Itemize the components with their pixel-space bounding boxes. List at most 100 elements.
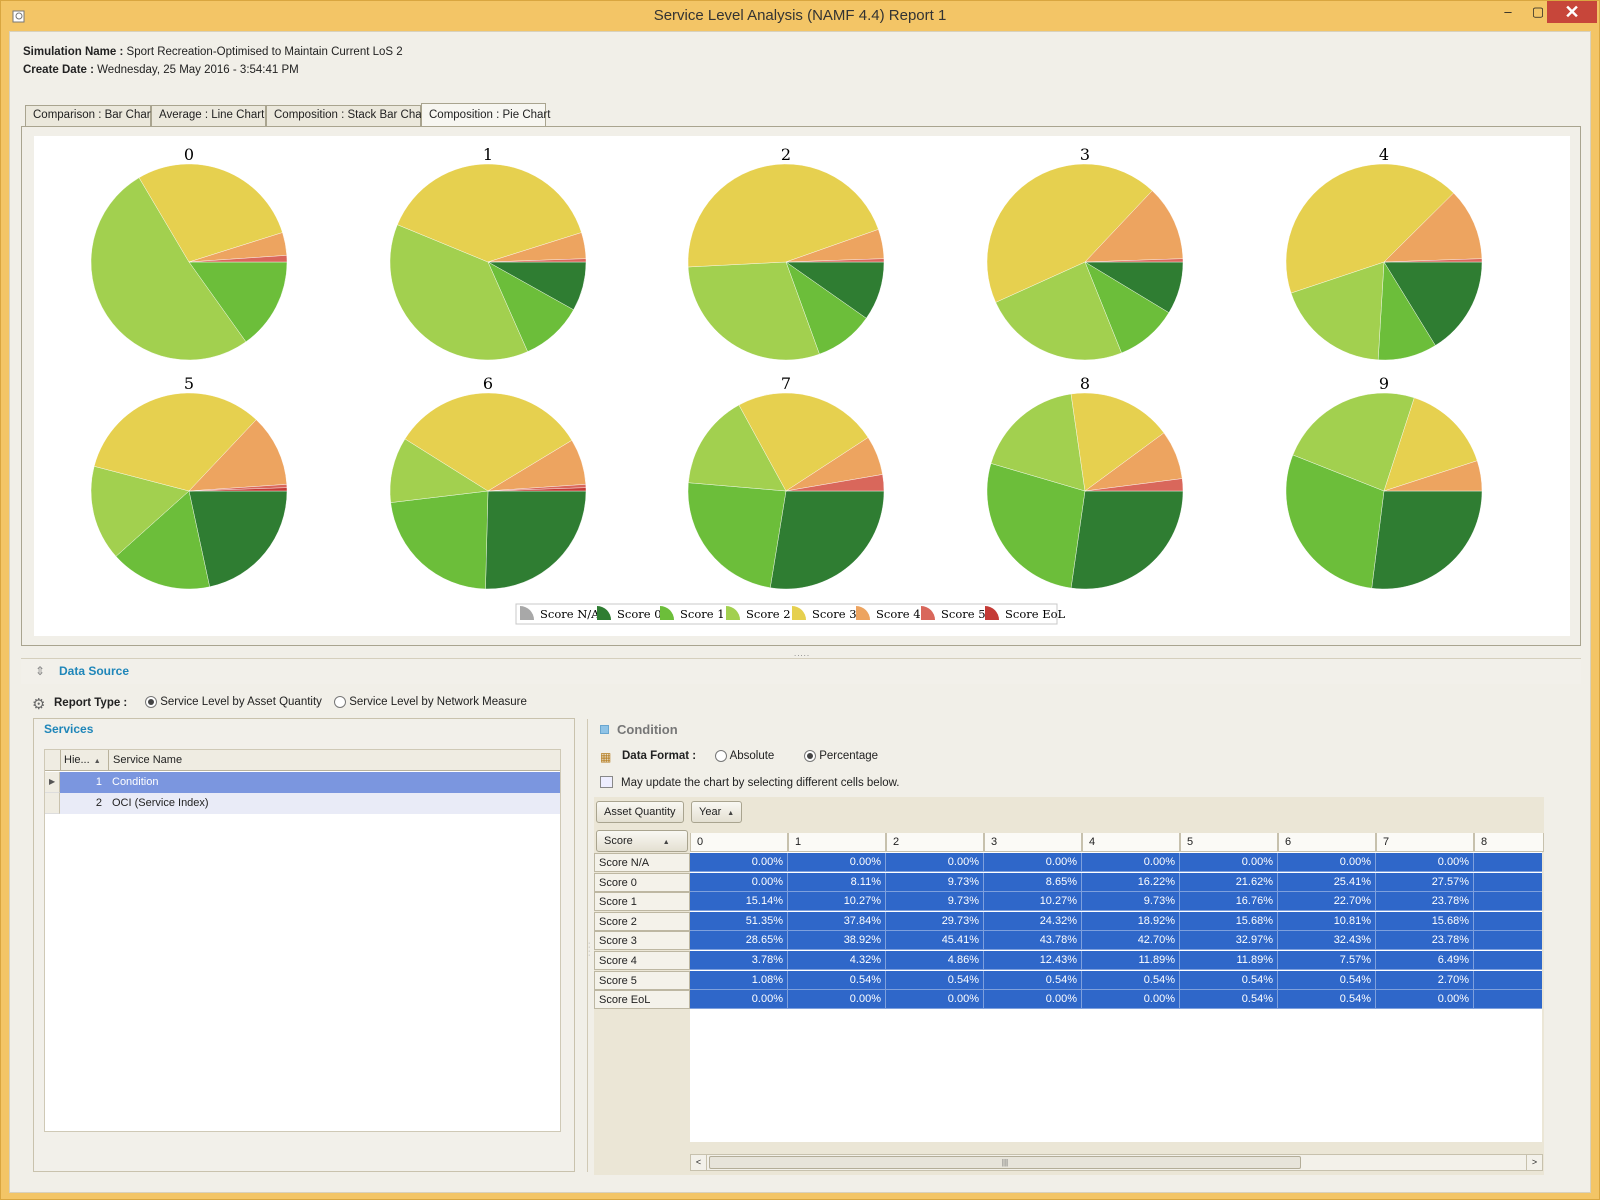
column-header-service-name[interactable]: Service Name xyxy=(108,750,560,771)
pivot-row-header[interactable]: Score EoL xyxy=(594,990,690,1010)
pivot-cell[interactable]: 42.70% xyxy=(1082,931,1180,951)
pivot-cell[interactable]: 0.00% xyxy=(1082,853,1180,872)
pivot-cell[interactable]: 0.00% xyxy=(788,853,886,872)
pivot-cell[interactable]: 4.86% xyxy=(886,951,984,970)
pivot-cell[interactable]: 0.00% xyxy=(1082,990,1180,1010)
pivot-column-header[interactable]: 4 xyxy=(1082,833,1180,852)
pivot-cell[interactable]: 23.78% xyxy=(1376,892,1474,912)
pivot-cell[interactable]: 45.41% xyxy=(886,931,984,951)
radio-indicator[interactable] xyxy=(715,750,727,762)
pivot-cell[interactable]: 0.54% xyxy=(886,970,984,990)
pivot-cell[interactable]: 0.00% xyxy=(886,990,984,1010)
pivot-column-header[interactable]: 2 xyxy=(886,833,984,852)
tab-comparison-bar-chart[interactable]: Comparison : Bar Chart xyxy=(25,105,154,126)
vertical-splitter-handle[interactable]: · · · · xyxy=(588,940,590,959)
pivot-data-field-asset-quantity[interactable]: Asset Quantity xyxy=(596,801,684,823)
radio-service-level-by-network-measure[interactable]: Service Level by Network Measure xyxy=(334,696,527,708)
pivot-cell[interactable]: 23.78% xyxy=(1376,931,1474,951)
pivot-row-header[interactable]: Score 0 xyxy=(594,872,690,892)
pivot-cell[interactable]: 25.41% xyxy=(1278,872,1376,892)
pivot-cell[interactable]: 0.00% xyxy=(690,872,788,892)
data-source-header[interactable]: ⇕ Data Source xyxy=(21,658,1581,684)
pie-slice[interactable] xyxy=(1371,490,1483,590)
pivot-cell[interactable]: 15.14% xyxy=(690,892,788,912)
pivot-cell[interactable]: 38.92% xyxy=(788,931,886,951)
close-button[interactable]: ✕ xyxy=(1547,1,1597,23)
pie-slice[interactable] xyxy=(485,490,587,590)
pivot-row-header[interactable]: Score 1 xyxy=(594,892,690,912)
pivot-cell[interactable]: 9.73% xyxy=(1082,892,1180,912)
pivot-cell[interactable]: 10.27% xyxy=(788,892,886,912)
tab-average-line-chart[interactable]: Average : Line Chart xyxy=(151,105,266,126)
pie-slice[interactable] xyxy=(770,490,885,590)
pivot-cell[interactable]: 10.27% xyxy=(984,892,1082,912)
pivot-cell[interactable]: 28.65% xyxy=(690,931,788,951)
pivot-cell[interactable]: 0.54% xyxy=(1180,990,1278,1010)
radio-indicator-selected[interactable] xyxy=(145,696,157,708)
pivot-cell[interactable]: 15.68% xyxy=(1376,911,1474,931)
pivot-cell[interactable]: 0.00% xyxy=(788,990,886,1010)
pivot-column-header[interactable]: 7 xyxy=(1376,833,1474,852)
pivot-cell[interactable]: 0.54% xyxy=(984,970,1082,990)
pivot-cell[interactable]: 0.54% xyxy=(1278,970,1376,990)
pivot-column-header[interactable]: 0 xyxy=(690,833,788,852)
collapse-arrows-icon[interactable]: ⇕ xyxy=(35,664,45,678)
pivot-cell[interactable]: 22.70% xyxy=(1278,892,1376,912)
pivot-row-header[interactable]: Score 3 xyxy=(594,931,690,951)
column-header-hierarchy[interactable]: Hie... ▲ xyxy=(60,750,108,771)
pivot-cell[interactable]: 0.54% xyxy=(1180,970,1278,990)
pivot-cell[interactable]: 4.32% xyxy=(788,951,886,970)
pivot-cell[interactable]: 0.00% xyxy=(984,990,1082,1010)
pivot-cell[interactable]: 37.84% xyxy=(788,911,886,931)
pivot-cell[interactable]: 18. xyxy=(1474,911,1542,931)
tab-composition-pie-chart[interactable]: Composition : Pie Chart xyxy=(421,103,550,126)
pivot-cell[interactable]: 27. xyxy=(1474,872,1542,892)
pivot-cell[interactable]: 2.70% xyxy=(1376,970,1474,990)
pivot-cell[interactable]: 9.73% xyxy=(886,872,984,892)
scroll-left-arrow-icon[interactable]: < xyxy=(691,1155,707,1170)
service-row[interactable]: 2 OCI (Service Index) xyxy=(45,793,560,814)
horizontal-splitter-handle[interactable]: ..... xyxy=(794,649,810,658)
pivot-cell[interactable]: 3.78% xyxy=(690,951,788,970)
pivot-cell[interactable]: 43.78% xyxy=(984,931,1082,951)
pivot-column-header[interactable]: 1 xyxy=(788,833,886,852)
pivot-cell[interactable]: 0.00% xyxy=(1376,853,1474,872)
pivot-cell[interactable]: 0.54% xyxy=(788,970,886,990)
pivot-cell[interactable]: 27. xyxy=(1474,892,1542,912)
pivot-cell[interactable]: 8.11% xyxy=(788,872,886,892)
minimize-button[interactable]: – xyxy=(1493,1,1523,23)
pivot-cell[interactable]: 0.00% xyxy=(690,990,788,1010)
pivot-column-field-year[interactable]: Year ▲ xyxy=(691,801,743,823)
pivot-cell[interactable]: 6.49% xyxy=(1376,951,1474,970)
pivot-cell[interactable]: 51.35% xyxy=(690,911,788,931)
pivot-cell[interactable]: 8.65% xyxy=(984,872,1082,892)
pivot-column-header[interactable]: 5 xyxy=(1180,833,1278,852)
pivot-row-header[interactable]: Score 4 xyxy=(594,951,690,970)
radio-indicator[interactable] xyxy=(334,696,346,708)
pivot-cell[interactable]: 17. xyxy=(1474,931,1542,951)
pivot-cell[interactable]: 0.54% xyxy=(1278,990,1376,1010)
pivot-cell[interactable]: 21.62% xyxy=(1180,872,1278,892)
pivot-cell[interactable]: 0. xyxy=(1474,990,1542,1010)
pivot-column-header[interactable]: 3 xyxy=(984,833,1082,852)
pivot-cell[interactable]: 18.92% xyxy=(1082,911,1180,931)
pivot-row-header[interactable]: Score N/A xyxy=(594,853,690,872)
pivot-cell[interactable]: 29.73% xyxy=(886,911,984,931)
pivot-cell[interactable]: 8. xyxy=(1474,951,1542,970)
pivot-cell[interactable]: 0.00% xyxy=(984,853,1082,872)
pivot-cell[interactable]: 0.54% xyxy=(1082,970,1180,990)
radio-percentage[interactable]: Percentage xyxy=(804,750,878,762)
pivot-cell[interactable]: 0.00% xyxy=(1376,990,1474,1010)
pivot-cell[interactable]: 11.89% xyxy=(1082,951,1180,970)
pivot-row-field-score[interactable]: Score ▲ xyxy=(596,830,688,852)
pivot-cell[interactable]: 15.68% xyxy=(1180,911,1278,931)
pivot-cell[interactable]: 7.57% xyxy=(1278,951,1376,970)
horizontal-scrollbar[interactable]: < ||| > xyxy=(690,1154,1543,1171)
pivot-cell[interactable]: 1. xyxy=(1474,970,1542,990)
pivot-cell[interactable]: 0.00% xyxy=(1278,853,1376,872)
pie-slice[interactable] xyxy=(1070,490,1184,590)
pivot-row-header[interactable]: Score 5 xyxy=(594,970,690,990)
pivot-cell[interactable]: 10.81% xyxy=(1278,911,1376,931)
pivot-cell[interactable]: 32.43% xyxy=(1278,931,1376,951)
scrollbar-thumb[interactable]: ||| xyxy=(709,1156,1301,1169)
